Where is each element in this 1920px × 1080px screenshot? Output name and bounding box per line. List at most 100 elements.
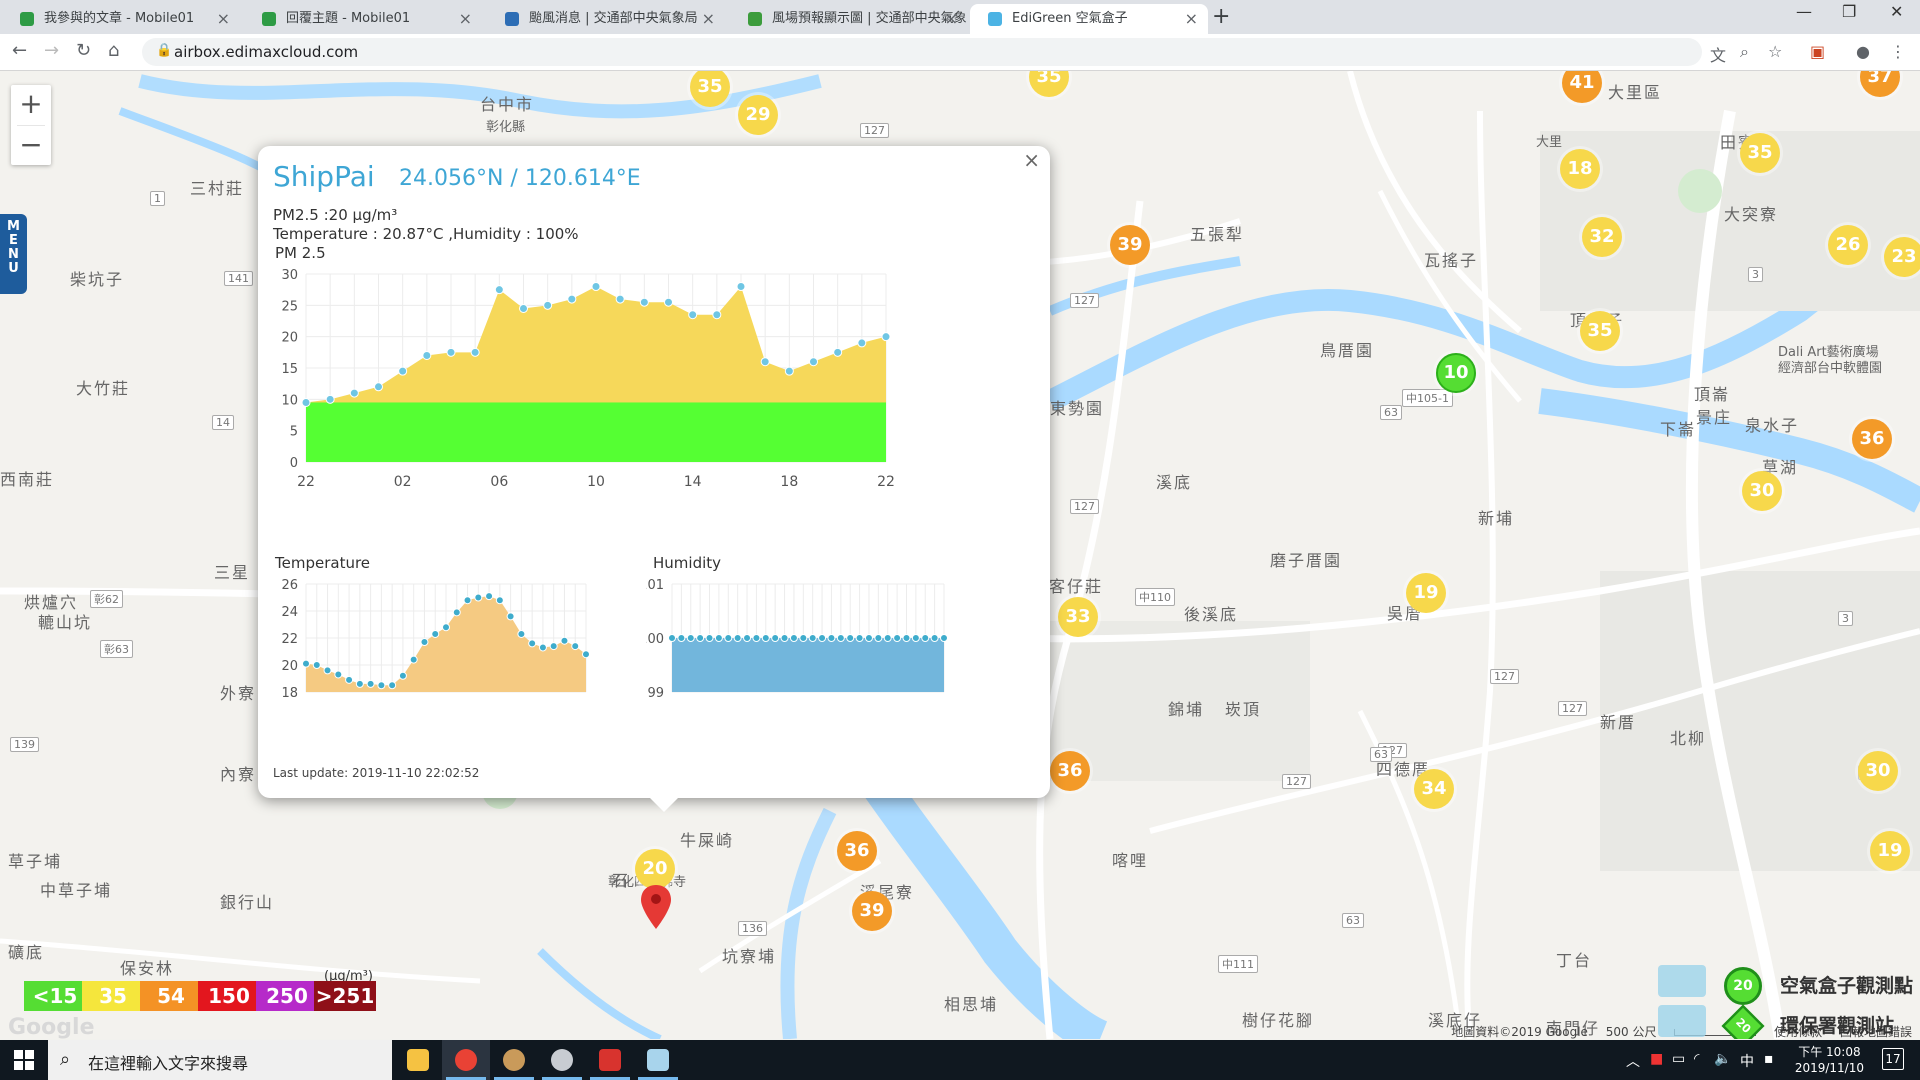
browser-tab[interactable]: 颱風消息 | 交通部中央氣象局 × — [487, 4, 725, 34]
network-icon[interactable]: ◜ — [1694, 1051, 1699, 1067]
data-point — [864, 634, 873, 642]
data-point — [911, 634, 920, 642]
station-marker[interactable]: 35 — [1580, 311, 1620, 351]
station-marker[interactable]: 39 — [1110, 225, 1150, 265]
station-marker[interactable]: 19 — [1870, 831, 1910, 871]
station-marker[interactable]: 10 — [1436, 353, 1476, 393]
data-point — [538, 643, 547, 652]
data-point — [809, 357, 818, 367]
clock-time: 下午 10:08 — [1798, 1045, 1861, 1059]
station-marker[interactable]: 39 — [852, 891, 892, 931]
file-explorer-taskbar-icon[interactable] — [394, 1040, 442, 1080]
station-marker[interactable]: 29 — [738, 95, 778, 135]
zoom-icon[interactable]: ⌕ — [1740, 42, 1749, 62]
place-label: 坑寮埔 — [722, 947, 777, 966]
data-point — [528, 639, 537, 648]
temperature-chart: 18 20 22 24 26 — [281, 578, 590, 701]
data-point — [668, 634, 676, 642]
translate-icon[interactable]: 文 — [1710, 42, 1726, 66]
tab-close-icon[interactable]: × — [702, 4, 715, 34]
place-label: 柴坑子 — [70, 270, 125, 289]
tab-favicon-icon — [505, 12, 519, 26]
tab-close-icon[interactable]: × — [459, 4, 472, 34]
data-point — [789, 634, 798, 642]
station-marker[interactable]: 19 — [1406, 573, 1446, 613]
tab-close-icon[interactable]: × — [1185, 4, 1198, 34]
selected-location-pin[interactable] — [641, 885, 671, 929]
scale-segment: 54 — [140, 981, 202, 1011]
y-tick-label: 24 — [281, 605, 298, 620]
data-point — [349, 388, 359, 398]
action-center-icon[interactable]: ▪ — [1764, 1051, 1774, 1067]
browser-tab[interactable]: 回覆主題 - Mobile01 × — [244, 4, 482, 34]
new-tab-button[interactable]: + — [1212, 4, 1230, 29]
app-taskbar-icon-1[interactable] — [490, 1040, 538, 1080]
close-popup-button[interactable]: × — [1023, 148, 1040, 172]
browser-tab[interactable]: 我參與的文章 - Mobile01 × — [2, 4, 240, 34]
station-marker[interactable]: 32 — [1582, 217, 1622, 257]
station-marker[interactable]: 30 — [1858, 751, 1898, 791]
home-icon[interactable]: ⌂ — [108, 40, 119, 61]
tab-close-icon[interactable]: × — [217, 4, 230, 34]
map-scale-distance[interactable]: 500 公尺 — [1606, 1025, 1657, 1039]
ime-indicator[interactable]: 中 — [1740, 1051, 1754, 1071]
place-label: 頂崙 — [1694, 385, 1731, 404]
tray-app-icon[interactable]: ■ — [1650, 1051, 1663, 1067]
station-marker[interactable]: 20 — [635, 849, 675, 889]
legend-label: 空氣盒子觀測點 — [1780, 975, 1914, 997]
data-point — [398, 671, 407, 680]
tab-close-icon[interactable]: × — [945, 4, 958, 34]
minimize-icon[interactable]: — — [1796, 2, 1812, 21]
url-text[interactable]: airbox.edimaxcloud.com — [174, 43, 358, 61]
tray-expand-icon[interactable]: ︿ — [1626, 1051, 1640, 1071]
road-shield: 中105-1 — [1402, 389, 1453, 407]
station-marker[interactable]: 36 — [1852, 419, 1892, 459]
taskbar-clock[interactable]: 下午 10:08 2019/11/10 — [1795, 1044, 1864, 1076]
pm-reading: PM2.5 :20 μg/m³ — [273, 206, 398, 224]
back-icon[interactable]: ← — [12, 40, 27, 61]
place-label: 西南莊 — [0, 470, 55, 489]
taskbar-search[interactable]: ⌕ 在這裡輸入文字來搜尋 — [48, 1040, 392, 1080]
station-marker[interactable]: 34 — [1414, 769, 1454, 809]
x-tick-label: 22 — [297, 474, 315, 490]
station-marker[interactable]: 36 — [837, 831, 877, 871]
station-marker[interactable]: 36 — [1050, 751, 1090, 791]
y-tick-label: 20 — [281, 659, 298, 674]
reload-icon[interactable]: ↻ — [76, 40, 91, 61]
chrome-taskbar-icon[interactable] — [442, 1040, 490, 1080]
station-marker[interactable]: 18 — [1560, 149, 1600, 189]
volume-icon[interactable]: 🔈 — [1714, 1051, 1731, 1067]
app-taskbar-icon-2[interactable] — [538, 1040, 586, 1080]
station-marker[interactable]: 30 — [1742, 471, 1782, 511]
map[interactable]: 大里區田寮大突寮五張犁瓦搖子頂厝子鳥厝園東勢園溪底新埔磨子厝園後溪底客仔莊錦埔崁… — [0, 71, 1920, 1039]
station-marker[interactable]: 35 — [1740, 133, 1780, 173]
forward-icon[interactable]: → — [44, 40, 59, 61]
account-icon[interactable]: ● — [1856, 42, 1870, 61]
data-point — [921, 634, 930, 642]
app-taskbar-icon-4[interactable] — [634, 1040, 682, 1080]
zoom-in-button[interactable]: + — [11, 85, 51, 125]
data-point — [571, 642, 580, 651]
station-marker[interactable]: 26 — [1828, 225, 1868, 265]
zoom-out-button[interactable]: − — [11, 126, 51, 166]
battery-icon[interactable]: ▭ — [1672, 1051, 1685, 1067]
road-shield: 127 — [1558, 701, 1587, 716]
last-update: Last update: 2019-11-10 22:02:52 — [273, 766, 480, 780]
extension-icon[interactable]: ▣ — [1810, 42, 1825, 61]
browser-tab[interactable]: 風場預報顯示圖 | 交通部中央氣象 × — [730, 4, 968, 34]
close-window-icon[interactable]: ✕ — [1890, 2, 1903, 21]
data-point — [733, 634, 742, 642]
omnibox[interactable]: 🔒 airbox.edimaxcloud.com — [142, 38, 1702, 66]
menu-tab[interactable]: MENU — [0, 214, 27, 294]
windows-start-icon[interactable] — [14, 1050, 34, 1070]
station-marker[interactable]: 23 — [1884, 237, 1920, 277]
browser-tab[interactable]: EdiGreen 空氣盒子 × — [970, 4, 1208, 34]
restore-icon[interactable]: ❐ — [1842, 2, 1856, 21]
bookmark-star-icon[interactable]: ☆ — [1768, 42, 1782, 61]
more-menu-icon[interactable]: ⋮ — [1890, 42, 1906, 61]
tab-favicon-icon — [988, 12, 1002, 26]
station-marker[interactable]: 33 — [1058, 597, 1098, 637]
notification-badge[interactable]: 17 — [1882, 1048, 1904, 1070]
data-point — [506, 612, 515, 621]
app-taskbar-icon-3[interactable] — [586, 1040, 634, 1080]
